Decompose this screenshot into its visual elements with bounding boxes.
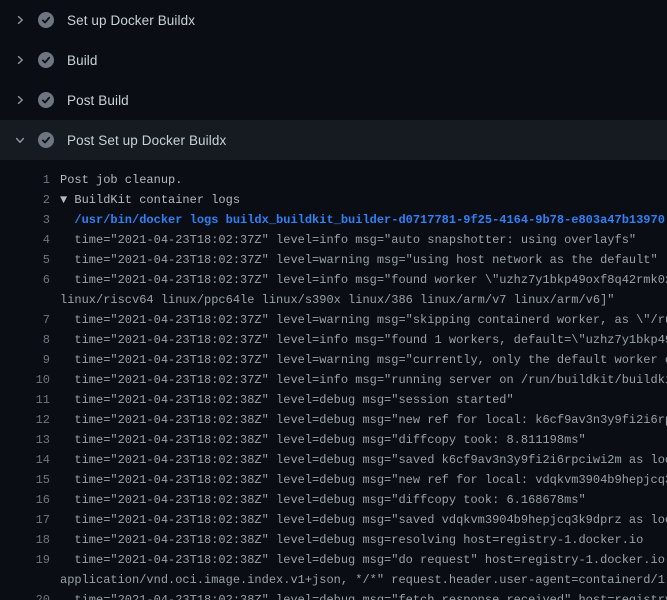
check-circle-icon xyxy=(38,52,54,68)
log-line: 13 time="2021-04-23T18:02:38Z" level=deb… xyxy=(0,430,667,450)
step-label: Post Set up Docker Buildx xyxy=(67,133,226,148)
log-group-toggle[interactable]: ▼ BuildKit container logs xyxy=(60,190,240,210)
chevron-right-icon xyxy=(12,12,28,28)
log-line-number[interactable]: 5 xyxy=(0,250,50,270)
step-header-build[interactable]: Build xyxy=(0,40,667,80)
chevron-down-icon xyxy=(12,132,28,148)
log-line-text: time="2021-04-23T18:02:37Z" level=info m… xyxy=(60,230,636,250)
log-line-number[interactable]: 7 xyxy=(0,310,50,330)
log-line-number xyxy=(0,290,50,310)
log-line-number[interactable]: 16 xyxy=(0,490,50,510)
log-line-text: time="2021-04-23T18:02:37Z" level=info m… xyxy=(60,370,667,390)
log-line-number[interactable]: 8 xyxy=(0,330,50,350)
step-label: Build xyxy=(67,53,98,68)
log-line: 9 time="2021-04-23T18:02:37Z" level=warn… xyxy=(0,350,667,370)
log-viewer: 1 Post job cleanup. 2 ▼ BuildKit container … xyxy=(0,160,667,600)
log-line: 2 ▼ BuildKit container logs xyxy=(0,190,667,210)
log-line: 16 time="2021-04-23T18:02:38Z" level=deb… xyxy=(0,490,667,510)
check-circle-icon xyxy=(38,12,54,28)
log-line-text: time="2021-04-23T18:02:38Z" level=debug … xyxy=(60,490,586,510)
log-line: 20 time="2021-04-23T18:02:38Z" level=deb… xyxy=(0,590,667,600)
log-line-text: Post job cleanup. xyxy=(60,170,182,190)
log-line-number[interactable]: 17 xyxy=(0,510,50,530)
log-line-text: time="2021-04-23T18:02:38Z" level=debug … xyxy=(60,550,667,570)
log-line-text: linux/riscv64 linux/ppc64le linux/s390x … xyxy=(60,290,615,310)
log-line-number[interactable]: 11 xyxy=(0,390,50,410)
log-line: 14 time="2021-04-23T18:02:38Z" level=deb… xyxy=(0,450,667,470)
log-line-text: time="2021-04-23T18:02:38Z" level=debug … xyxy=(60,430,586,450)
log-line: 19 time="2021-04-23T18:02:38Z" level=deb… xyxy=(0,550,667,570)
log-line: 11 time="2021-04-23T18:02:38Z" level=deb… xyxy=(0,390,667,410)
log-line: 1 Post job cleanup. xyxy=(0,170,667,190)
log-line-text: time="2021-04-23T18:02:37Z" level=warnin… xyxy=(60,250,658,270)
log-line: 3 /usr/bin/docker logs buildx_buildkit_b… xyxy=(0,210,667,230)
log-line-text: time="2021-04-23T18:02:37Z" level=warnin… xyxy=(60,350,667,370)
log-line: 10 time="2021-04-23T18:02:37Z" level=inf… xyxy=(0,370,667,390)
log-line: 17 time="2021-04-23T18:02:38Z" level=deb… xyxy=(0,510,667,530)
step-label: Set up Docker Buildx xyxy=(67,13,195,28)
log-line-number[interactable]: 13 xyxy=(0,430,50,450)
log-line-number[interactable]: 19 xyxy=(0,550,50,570)
log-line-text: time="2021-04-23T18:02:38Z" level=debug … xyxy=(60,510,667,530)
log-line-number[interactable]: 6 xyxy=(0,270,50,290)
log-line: 18 time="2021-04-23T18:02:38Z" level=deb… xyxy=(0,530,667,550)
log-line: 8 time="2021-04-23T18:02:37Z" level=info… xyxy=(0,330,667,350)
log-line-number[interactable]: 4 xyxy=(0,230,50,250)
log-line-text: time="2021-04-23T18:02:38Z" level=debug … xyxy=(60,590,667,600)
log-line-number[interactable]: 18 xyxy=(0,530,50,550)
log-line-text: time="2021-04-23T18:02:37Z" level=info m… xyxy=(60,270,667,290)
log-line-number[interactable]: 14 xyxy=(0,450,50,470)
chevron-right-icon xyxy=(12,92,28,108)
log-line-text: time="2021-04-23T18:02:38Z" level=debug … xyxy=(60,530,643,550)
step-header-post-build[interactable]: Post Build xyxy=(0,80,667,120)
log-line-number[interactable]: 1 xyxy=(0,170,50,190)
log-line-text: time="2021-04-23T18:02:38Z" level=debug … xyxy=(60,470,667,490)
log-line-number[interactable]: 3 xyxy=(0,210,50,230)
check-circle-icon xyxy=(38,132,54,148)
log-line-number[interactable]: 12 xyxy=(0,410,50,430)
log-line: 4 time="2021-04-23T18:02:37Z" level=info… xyxy=(0,230,667,250)
log-line: 15 time="2021-04-23T18:02:38Z" level=deb… xyxy=(0,470,667,490)
step-header-set-up-docker-buildx[interactable]: Set up Docker Buildx xyxy=(0,0,667,40)
log-line-text: time="2021-04-23T18:02:38Z" level=debug … xyxy=(60,410,667,430)
log-line-text: time="2021-04-23T18:02:37Z" level=warnin… xyxy=(60,310,667,330)
log-line-text: application/vnd.oci.image.index.v1+json,… xyxy=(60,570,667,590)
log-line: 5 time="2021-04-23T18:02:37Z" level=warn… xyxy=(0,250,667,270)
log-line-number[interactable]: 9 xyxy=(0,350,50,370)
log-line-number[interactable]: 15 xyxy=(0,470,50,490)
log-command-text: /usr/bin/docker logs buildx_buildkit_bui… xyxy=(60,210,665,230)
log-line: 7 time="2021-04-23T18:02:37Z" level=warn… xyxy=(0,310,667,330)
log-line-wrap: application/vnd.oci.image.index.v1+json,… xyxy=(0,570,667,590)
log-line-number xyxy=(0,570,50,590)
log-line-text: time="2021-04-23T18:02:38Z" level=debug … xyxy=(60,390,514,410)
chevron-right-icon xyxy=(12,52,28,68)
log-line-wrap: linux/riscv64 linux/ppc64le linux/s390x … xyxy=(0,290,667,310)
log-line-number[interactable]: 2 xyxy=(0,190,50,210)
log-line-number[interactable]: 20 xyxy=(0,590,50,600)
step-label: Post Build xyxy=(67,93,129,108)
log-line-text: time="2021-04-23T18:02:38Z" level=debug … xyxy=(60,450,667,470)
check-circle-icon xyxy=(38,92,54,108)
log-line: 6 time="2021-04-23T18:02:37Z" level=info… xyxy=(0,270,667,290)
step-list: Set up Docker Buildx Build Post Build Post … xyxy=(0,0,667,160)
log-line-text: time="2021-04-23T18:02:37Z" level=info m… xyxy=(60,330,667,350)
log-line: 12 time="2021-04-23T18:02:38Z" level=deb… xyxy=(0,410,667,430)
log-line-number[interactable]: 10 xyxy=(0,370,50,390)
step-header-post-set-up-docker-buildx[interactable]: Post Set up Docker Buildx xyxy=(0,120,667,160)
